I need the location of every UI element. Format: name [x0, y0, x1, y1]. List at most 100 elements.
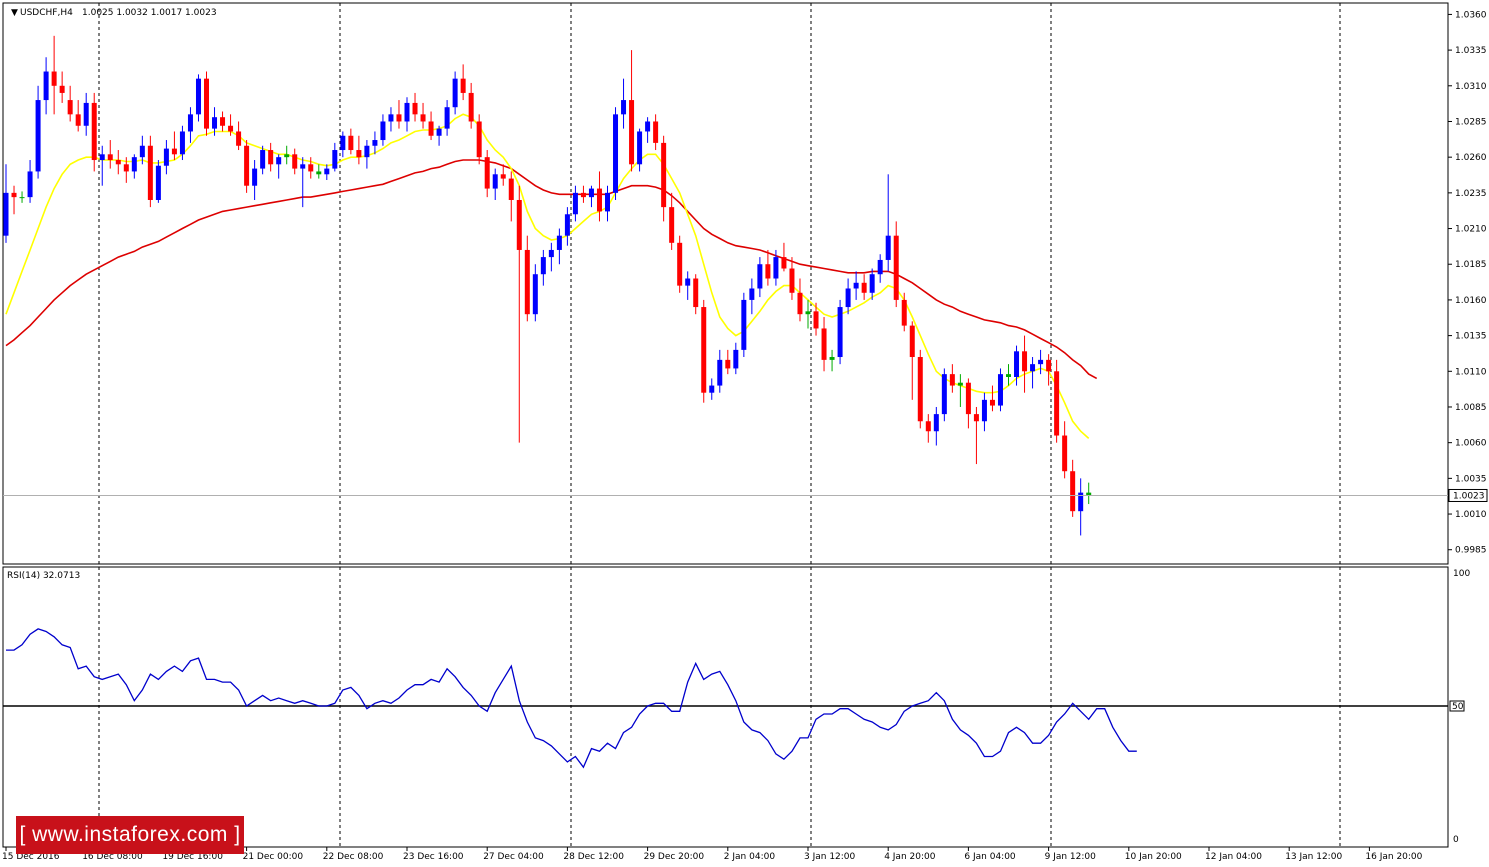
candle-body: [957, 382, 963, 386]
time-tick-label: 28 Dec 12:00: [563, 852, 624, 862]
candle: [147, 135, 153, 208]
candle-body: [396, 114, 402, 122]
candle-body: [19, 197, 25, 199]
candle-body: [27, 171, 33, 198]
candle-body: [861, 282, 867, 293]
candle-body: [43, 71, 49, 101]
candle-body: [701, 307, 707, 393]
time-tick-label: 12 Jan 04:00: [1205, 852, 1262, 862]
candle-body: [853, 282, 859, 289]
candle: [837, 299, 843, 365]
price-tick-label: 1.0260: [1455, 153, 1487, 163]
candle-body: [821, 328, 827, 360]
candle-body: [965, 382, 971, 415]
candle-body: [572, 192, 578, 215]
time-tick-label: 23 Dec 16:00: [403, 852, 464, 862]
candle-body: [195, 78, 201, 115]
time-tick-label: 6 Jan 04:00: [964, 852, 1016, 862]
candle-body: [59, 85, 65, 93]
candle-body: [901, 299, 907, 326]
candle-body: [388, 114, 394, 122]
candle-body: [484, 157, 490, 189]
candle-body: [877, 259, 883, 275]
candle-body: [613, 114, 619, 193]
candle-body: [973, 414, 979, 422]
candle-body: [1014, 351, 1020, 377]
candle: [741, 292, 747, 358]
candle-body: [564, 214, 570, 236]
time-tick-label: 4 Jan 20:00: [884, 852, 936, 862]
candle-body: [115, 160, 121, 165]
candle: [91, 92, 97, 172]
candle-body: [941, 374, 947, 415]
candle-body: [244, 145, 250, 186]
price-tick-label: 1.0085: [1455, 403, 1487, 413]
candle-body: [364, 145, 370, 158]
candle-body: [1030, 364, 1036, 372]
candle-body: [340, 135, 346, 151]
candle-body: [412, 102, 418, 115]
price-tick-label: 1.0160: [1455, 296, 1487, 306]
time-tick-label: 21 Dec 00:00: [243, 852, 304, 862]
candle-body: [661, 142, 667, 208]
candle-body: [131, 157, 137, 172]
candle-body: [997, 374, 1003, 406]
candle-body: [653, 121, 659, 143]
candle-body: [1054, 371, 1060, 436]
candle-body: [179, 131, 185, 155]
chart-symbol-label: USDCHF,H4: [20, 8, 73, 18]
time-tick-label: 10 Jan 20:00: [1125, 852, 1182, 862]
rsi-tick-label: 0: [1453, 835, 1459, 845]
candle-body: [228, 125, 234, 132]
candle-body: [933, 414, 939, 432]
price-tick-label: 1.0060: [1455, 439, 1487, 449]
candle-body: [67, 100, 73, 115]
candle-body: [909, 325, 915, 358]
candle-body: [444, 107, 450, 129]
candle-body: [308, 164, 314, 172]
candle-body: [404, 102, 410, 122]
candle-body: [268, 150, 274, 165]
price-tick-label: 1.0235: [1455, 189, 1487, 199]
time-tick-label: 3 Jan 12:00: [804, 852, 856, 862]
candle: [476, 114, 482, 165]
time-tick-label: 22 Dec 08:00: [323, 852, 384, 862]
candle-body: [356, 150, 362, 158]
candle-body: [917, 357, 923, 422]
candle-body: [829, 357, 835, 360]
candle-body: [893, 235, 899, 300]
candle-body: [845, 288, 851, 308]
candle-body: [332, 150, 338, 169]
price-tick-label: 1.0335: [1455, 46, 1487, 56]
candle-body: [436, 128, 442, 136]
time-tick-label: 29 Dec 20:00: [644, 852, 705, 862]
candle: [941, 368, 947, 422]
candle-body: [709, 385, 715, 393]
candle-body: [51, 71, 57, 86]
candle: [917, 349, 923, 429]
candle-body: [540, 257, 546, 275]
chart-ohlc-label: 1.0025 1.0032 1.0017 1.0023: [82, 8, 217, 18]
candle-body: [123, 164, 129, 172]
candle-body: [765, 264, 771, 279]
candle-body: [292, 154, 298, 169]
candle-body: [324, 168, 330, 175]
candle: [1054, 359, 1060, 443]
watermark-logo: [ www.instaforex.com ]: [16, 816, 244, 854]
candle-body: [516, 199, 522, 250]
candle-body: [276, 157, 282, 165]
candle-body: [204, 78, 209, 129]
chart-canvas: 1.0023 1.0360 1.0335 1.0310 1.0285 1.0260 1.0…: [0, 0, 1489, 867]
price-tick-label: 1.0010: [1455, 510, 1487, 520]
candle-body: [605, 192, 610, 212]
price-tick-label: 1.0110: [1455, 367, 1487, 377]
chart-header-triangle-icon[interactable]: ▼: [11, 8, 18, 18]
candle-body: [797, 292, 803, 315]
candle-body: [236, 131, 242, 146]
candle-body: [725, 359, 731, 369]
time-tick-label: 2 Jan 04:00: [724, 852, 776, 862]
candle: [244, 140, 250, 193]
candle-body: [428, 121, 434, 136]
candle-body: [677, 242, 683, 286]
candle-body: [1006, 374, 1011, 377]
